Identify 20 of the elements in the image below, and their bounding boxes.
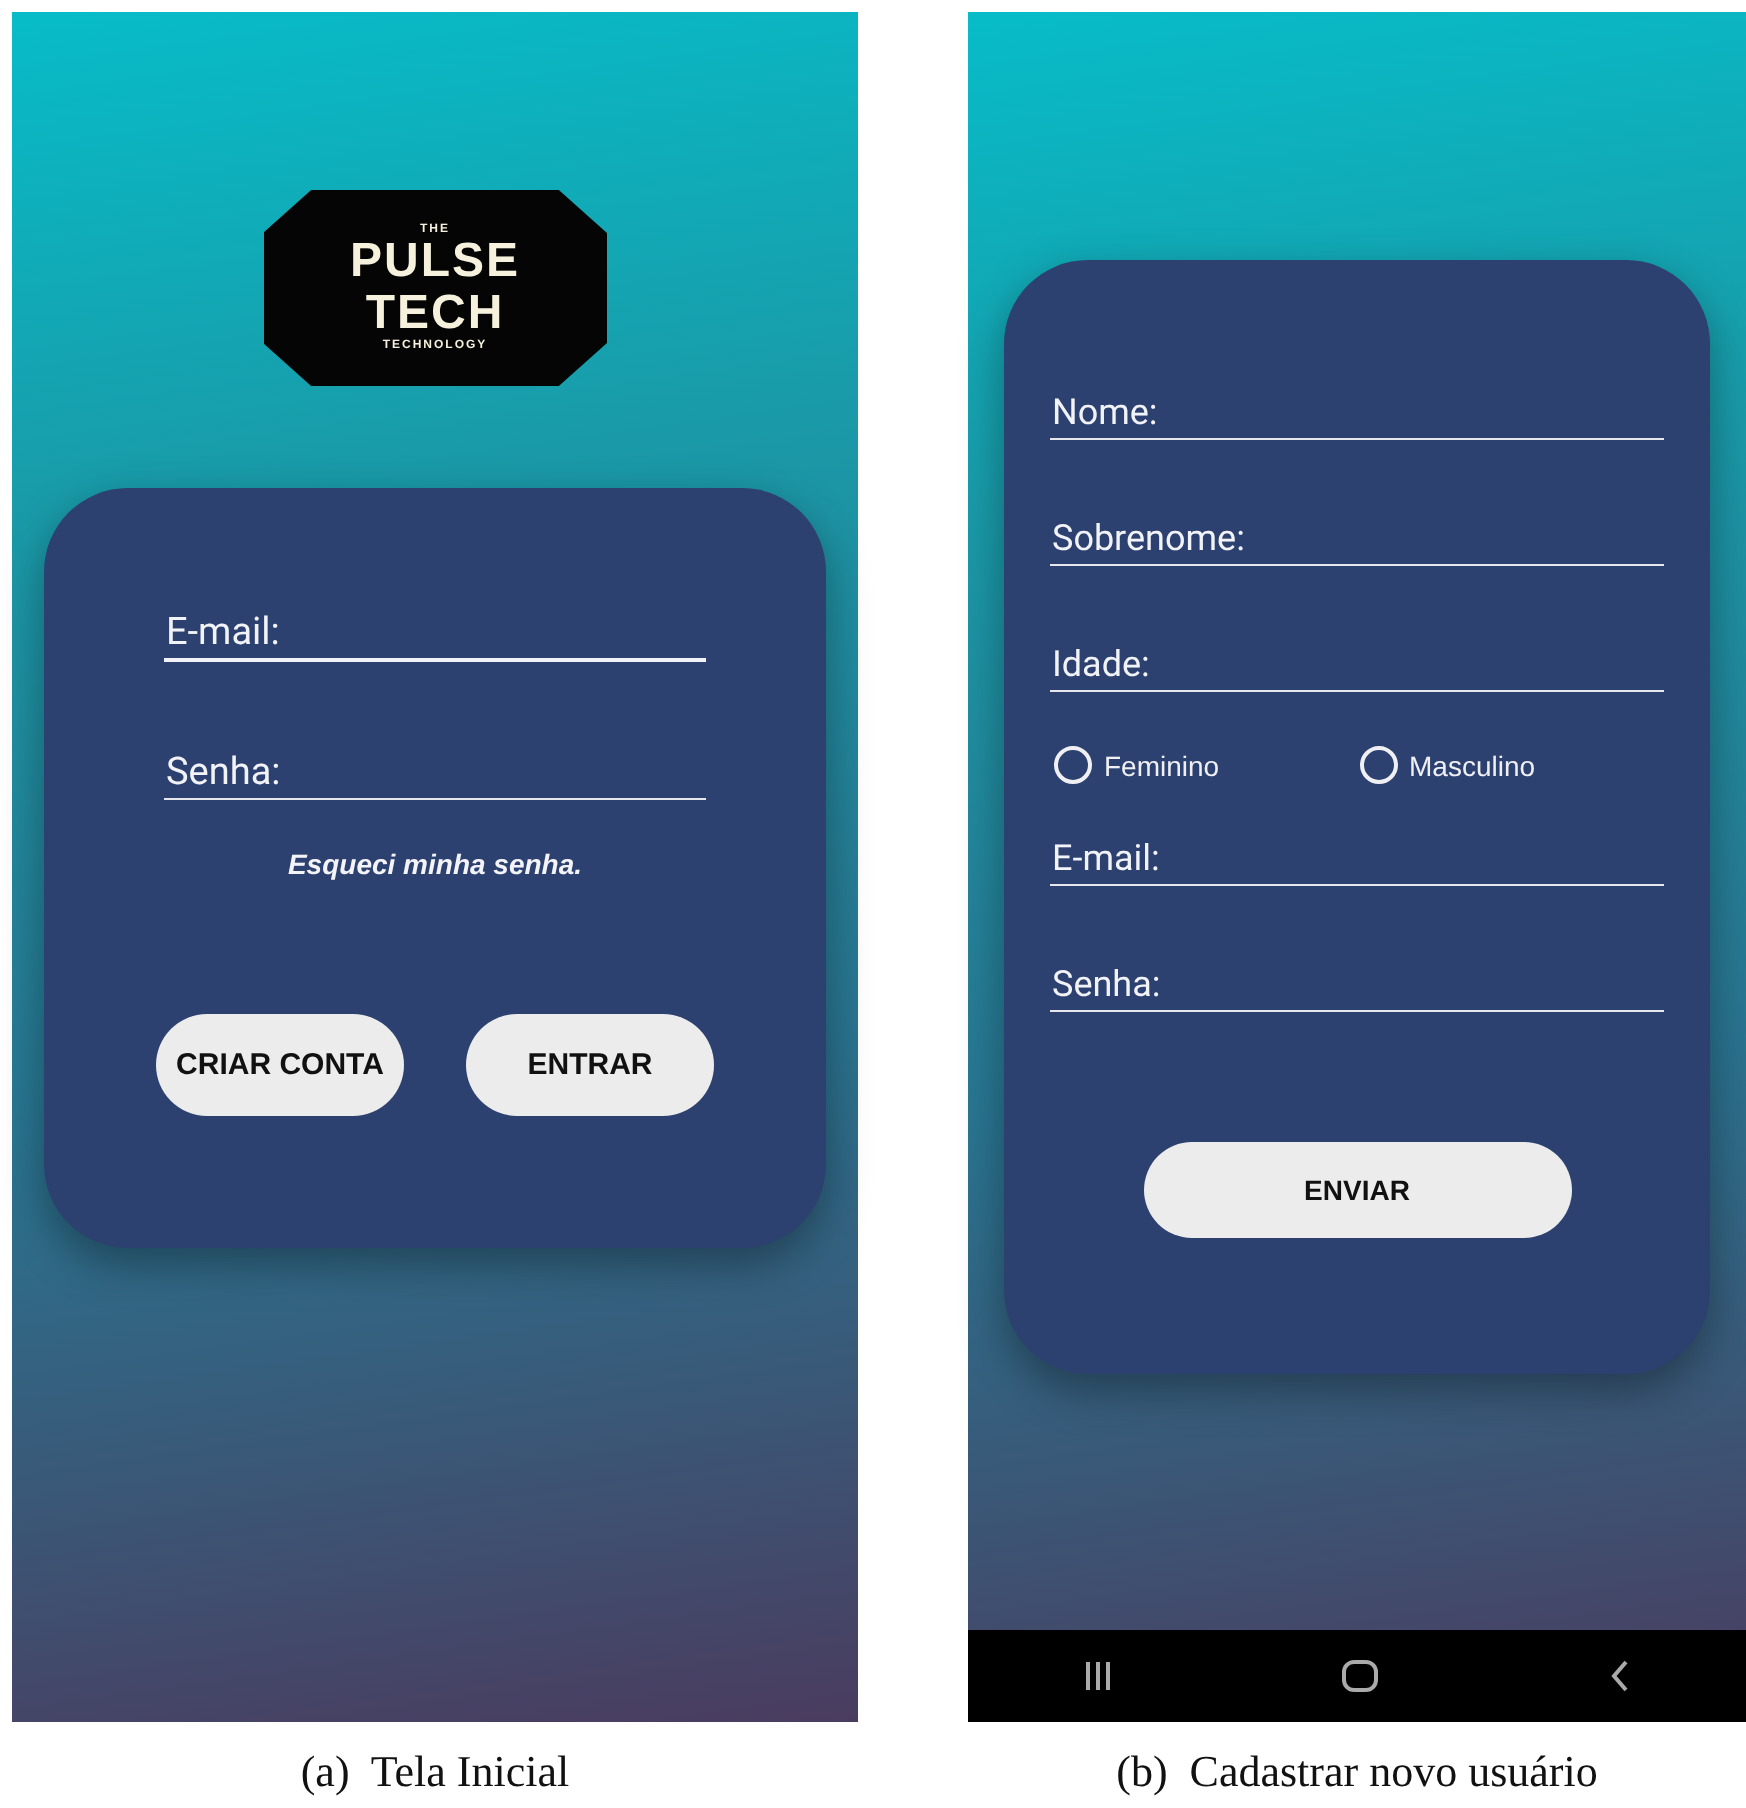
action-button[interactable]: ENTRAR (466, 1014, 714, 1116)
recents-icon[interactable] (1083, 1660, 1112, 1692)
radio-option[interactable]: Masculino (1359, 746, 1664, 784)
text-field[interactable]: Senha: (1050, 956, 1664, 1012)
text-field[interactable]: Idade: (1050, 636, 1664, 692)
text-field[interactable]: Senha: (164, 740, 706, 800)
figure-caption: (a) Tela Inicial (300, 1746, 570, 1798)
home-icon[interactable] (1342, 1660, 1379, 1692)
text-field[interactable]: E-mail: (1050, 830, 1664, 886)
text-field[interactable]: Nome: (1050, 384, 1664, 440)
logo-text: TECH (365, 288, 505, 340)
figure-caption: (b) Cadastrar novo usuário (1116, 1746, 1598, 1798)
forgot-password-link[interactable]: Esqueci minha senha. (287, 848, 583, 880)
text-field[interactable]: Sobrenome: (1050, 510, 1664, 566)
radio-option[interactable]: Feminino (1054, 746, 1359, 784)
logo-text: PULSE (349, 236, 520, 288)
submit-button[interactable]: ENVIAR (1143, 1142, 1571, 1238)
action-button[interactable]: CRIAR CONTA (156, 1014, 404, 1116)
text-field[interactable]: E-mail: (164, 600, 706, 662)
back-icon[interactable] (1610, 1660, 1631, 1692)
